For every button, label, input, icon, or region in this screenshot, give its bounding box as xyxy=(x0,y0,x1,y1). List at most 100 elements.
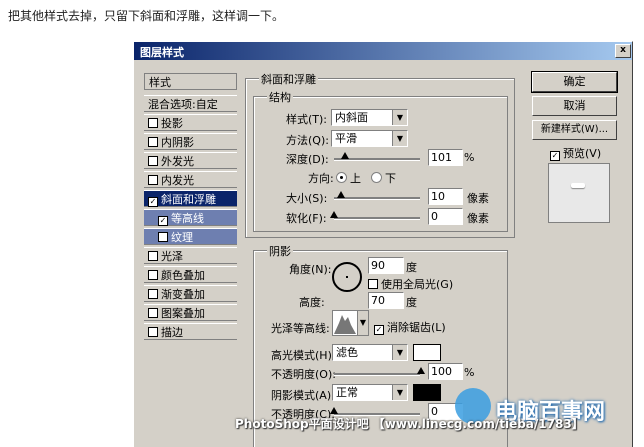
checkbox-icon[interactable] xyxy=(148,270,158,280)
style-list-item[interactable]: 纹理 xyxy=(144,228,237,245)
style-list-item[interactable]: ✓ 等高线 xyxy=(144,209,237,226)
new-style-button[interactable]: 新建样式(W)... xyxy=(532,120,617,140)
checkbox-icon[interactable] xyxy=(148,308,158,318)
chevron-down-icon: ▼ xyxy=(392,345,407,360)
size-slider[interactable] xyxy=(334,197,420,200)
shadow-mode-select[interactable]: 正常 ▼ xyxy=(332,384,408,401)
chevron-down-icon: ▼ xyxy=(392,110,407,125)
shadow-color-swatch[interactable] xyxy=(413,384,441,401)
checkbox-icon[interactable] xyxy=(148,156,158,166)
angle-input[interactable]: 90 xyxy=(368,257,404,274)
checkbox-checked-icon: ✓ xyxy=(374,325,384,335)
method-select[interactable]: 平滑 ▼ xyxy=(331,130,408,147)
altitude-label: 高度: xyxy=(299,296,325,309)
ok-button[interactable]: 确定 xyxy=(531,71,618,93)
angle-label: 角度(N): xyxy=(289,263,332,276)
contour-dropdown-icon[interactable]: ▼ xyxy=(357,310,369,336)
style-list-item[interactable]: 光泽 xyxy=(144,247,237,264)
style-list-item[interactable]: 渐变叠加 xyxy=(144,285,237,302)
style-list-item-label: 图案叠加 xyxy=(161,307,205,320)
style-list-item[interactable]: 颜色叠加 xyxy=(144,266,237,283)
size-input[interactable]: 10 xyxy=(428,188,463,205)
direction-down-radio[interactable]: 下 xyxy=(371,170,396,186)
checkbox-icon[interactable] xyxy=(158,232,168,242)
soften-input[interactable]: 0 xyxy=(428,208,463,225)
highlight-color-swatch[interactable] xyxy=(413,344,441,361)
direction-label: 方向: xyxy=(308,172,334,185)
style-list-item-label: 内阴影 xyxy=(161,136,194,149)
style-preview-box xyxy=(548,163,610,223)
style-list-item[interactable]: 内发光 xyxy=(144,171,237,188)
style-list-item[interactable]: 描边 xyxy=(144,323,237,340)
antialias-checkbox[interactable]: ✓ 消除锯齿(L) xyxy=(374,319,446,335)
altitude-unit: 度 xyxy=(406,296,417,309)
title-bar[interactable]: 图层样式 x xyxy=(134,42,632,60)
checkbox-checked-icon: ✓ xyxy=(550,151,560,161)
checkbox-icon[interactable] xyxy=(148,175,158,185)
watermark-bar: PhotoShop平面设计吧 【www.linecg.com/tieba/178… xyxy=(235,417,584,431)
style-list-item[interactable]: 图案叠加 xyxy=(144,304,237,321)
depth-unit: % xyxy=(464,151,475,164)
chevron-down-icon: ▼ xyxy=(392,385,407,400)
style-value: 内斜面 xyxy=(335,111,368,124)
checkbox-icon[interactable] xyxy=(148,289,158,299)
global-light-label: 使用全局光(G) xyxy=(381,278,454,291)
shading-title: 阴影 xyxy=(267,243,293,259)
caption-text: 把其他样式去掉，只留下斜面和浮雕，这样调一下。 xyxy=(8,9,285,23)
direction-up-radio[interactable]: 上 xyxy=(336,170,361,186)
highlight-mode-value: 滤色 xyxy=(336,346,358,359)
checkbox-icon[interactable] xyxy=(148,327,158,337)
altitude-input[interactable]: 70 xyxy=(368,292,404,309)
style-list-item-label: 斜面和浮雕 xyxy=(161,193,216,206)
shadow-opacity-thumb[interactable] xyxy=(330,407,338,414)
angle-dial[interactable] xyxy=(332,262,362,292)
highlight-opacity-input[interactable]: 100 xyxy=(428,363,463,380)
style-list-item-label: 光泽 xyxy=(161,250,183,263)
shadow-mode-value: 正常 xyxy=(336,386,358,399)
gloss-contour-preview[interactable] xyxy=(332,310,358,336)
checkbox-icon[interactable] xyxy=(148,118,158,128)
layer-style-dialog: 图层样式 x 样式 混合选项:自定 投影 内阴影 外发光 内发光 ✓ 斜面和浮雕 ✓ 等高线纹… xyxy=(133,41,633,447)
soften-unit: 像素 xyxy=(467,212,489,225)
style-list-item[interactable]: 外发光 xyxy=(144,152,237,169)
style-list-item-label: 描边 xyxy=(161,326,183,339)
preview-label: 预览(V) xyxy=(563,147,602,160)
blend-options-item[interactable]: 混合选项:自定 xyxy=(144,95,237,112)
highlight-opacity-label: 不透明度(O): xyxy=(271,368,336,381)
style-list-item-label: 渐变叠加 xyxy=(161,288,205,301)
structure-title: 结构 xyxy=(267,89,293,105)
checkbox-checked-icon[interactable]: ✓ xyxy=(148,197,158,207)
style-label: 样式(T): xyxy=(286,113,328,126)
contour-icon xyxy=(334,315,356,334)
soften-label: 软化(F): xyxy=(286,212,327,225)
close-icon[interactable]: x xyxy=(615,44,631,58)
checkbox-icon[interactable] xyxy=(148,251,158,261)
style-list-item[interactable]: 内阴影 xyxy=(144,133,237,150)
depth-slider-thumb[interactable] xyxy=(341,152,349,159)
dir-down-label: 下 xyxy=(385,172,396,185)
style-select[interactable]: 内斜面 ▼ xyxy=(331,109,408,126)
soften-slider-thumb[interactable] xyxy=(330,211,338,218)
angle-unit: 度 xyxy=(406,261,417,274)
depth-input[interactable]: 101 xyxy=(428,149,463,166)
radio-off-icon xyxy=(371,172,382,183)
angle-dial-center xyxy=(346,276,348,278)
cancel-button[interactable]: 取消 xyxy=(532,96,617,116)
dir-up-label: 上 xyxy=(350,172,361,185)
checkbox-checked-icon[interactable]: ✓ xyxy=(158,216,168,226)
list-header: 样式 xyxy=(144,73,237,90)
highlight-mode-label: 高光模式(H): xyxy=(271,349,336,362)
highlight-opacity-slider[interactable] xyxy=(334,373,420,376)
style-list-item[interactable]: 投影 xyxy=(144,114,237,131)
soften-slider[interactable] xyxy=(334,217,420,220)
style-list-item[interactable]: ✓ 斜面和浮雕 xyxy=(144,190,237,207)
size-slider-thumb[interactable] xyxy=(337,191,345,198)
highlight-mode-select[interactable]: 滤色 ▼ xyxy=(332,344,408,361)
preview-checkbox[interactable]: ✓ 预览(V) xyxy=(550,145,601,161)
style-list-item-label: 纹理 xyxy=(171,231,193,244)
checkbox-icon[interactable] xyxy=(148,137,158,147)
bevel-section-title: 斜面和浮雕 xyxy=(259,71,318,87)
highlight-opacity-thumb[interactable] xyxy=(417,367,425,374)
size-label: 大小(S): xyxy=(286,192,328,205)
global-light-checkbox[interactable]: 使用全局光(G) xyxy=(368,276,453,292)
